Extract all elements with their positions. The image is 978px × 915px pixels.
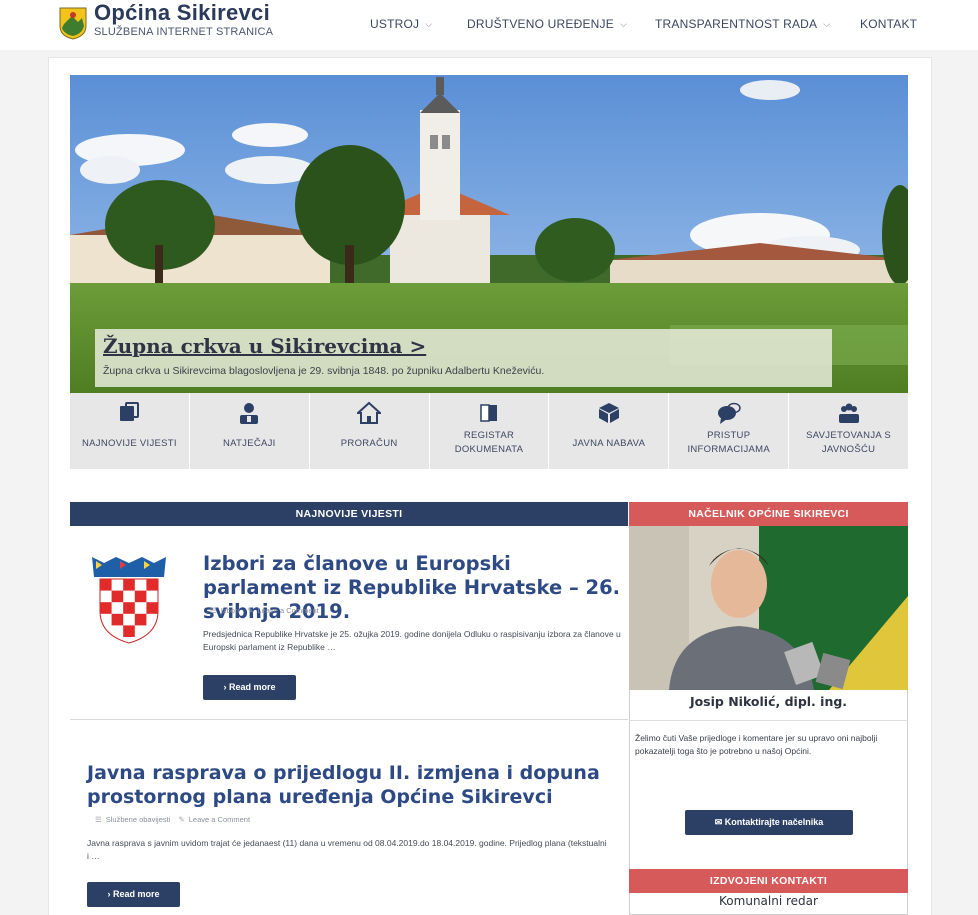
quick-link-label: PRORAČUN xyxy=(340,438,398,449)
site-title[interactable]: Općina Sikirevci xyxy=(94,0,270,26)
quick-link-natjecaji[interactable]: NATJEČAJI xyxy=(189,393,310,469)
mayor-widget-heading: NAČELNIK OPĆINE SIKIREVCI xyxy=(629,502,908,526)
post-meta: ☰ Službene obavijesti ✎ Leave a Comment xyxy=(95,815,250,824)
chevron-down-icon: ⌵ xyxy=(619,19,627,29)
comment-icon: ✎ xyxy=(178,815,185,824)
post-meta: ☰ Izbori ✎ Leave a Comment xyxy=(210,606,319,615)
news-icon xyxy=(120,402,140,421)
post-comments-link[interactable]: Leave a Comment xyxy=(257,606,318,615)
quick-link-label: REGISTAR DOKUMENATA xyxy=(454,430,524,455)
contact-mayor-button[interactable]: ✉ Kontaktirajte načelnika xyxy=(685,810,853,835)
group-icon xyxy=(838,403,859,423)
divider xyxy=(629,720,908,721)
hero-text: Župna crkva u Sikirevcima blagoslovljena… xyxy=(103,365,545,377)
quick-link-label: JAVNA NABAVA xyxy=(572,438,646,449)
chevron-down-icon: ⌵ xyxy=(823,19,831,29)
home-icon xyxy=(357,401,382,424)
post-title-link[interactable]: Javna rasprava o prijedlogu II. izmjena … xyxy=(87,761,607,809)
quick-link-label: NAJNOVIJE VIJESTI xyxy=(82,438,177,449)
hero-title-link[interactable]: Župna crkva u Sikirevcima > xyxy=(103,334,426,358)
read-more-button[interactable]: › Read more xyxy=(203,675,296,700)
site-header: Općina Sikirevci SLUŽBENA INTERNET STRAN… xyxy=(0,0,978,50)
nav-label: DRUŠTVENO UREĐENJE xyxy=(467,17,614,31)
nav-label: TRANSPARENTNOST RADA xyxy=(655,17,818,31)
quick-link-registar-dokumenata[interactable]: REGISTAR DOKUMENATA xyxy=(429,393,550,469)
post-comments-link[interactable]: Leave a Comment xyxy=(189,815,250,824)
mayor-photo xyxy=(629,526,908,690)
quick-link-label: PRISTUP INFORMACIJAMA xyxy=(687,430,770,455)
quick-link-pristup-informacijama[interactable]: PRISTUP INFORMACIJAMA xyxy=(669,393,790,469)
site-subtitle: SLUŽBENA INTERNET STRANICA xyxy=(94,26,274,38)
book-icon xyxy=(480,404,497,422)
quick-links-bar: NAJNOVIJE VIJESTI NATJEČAJI PRORAČUN REG… xyxy=(70,393,909,469)
news-section-heading: NAJNOVIJE VIJESTI xyxy=(70,502,628,526)
croatian-coat-of-arms-image xyxy=(92,557,166,644)
post-divider xyxy=(70,719,628,720)
post-excerpt: Javna rasprava s javnim uvidom trajat će… xyxy=(87,838,607,861)
chevron-down-icon: ⌵ xyxy=(425,19,433,29)
quick-link-proracun[interactable]: PRORAČUN xyxy=(309,393,430,469)
quick-link-najnovije-vijesti[interactable]: NAJNOVIJE VIJESTI xyxy=(70,393,190,469)
folder-icon: ☰ xyxy=(95,815,102,824)
mayor-name: Josip Nikolić, dipl. ing. xyxy=(689,694,848,709)
person-icon xyxy=(240,403,259,424)
nav-transparentnost-rada[interactable]: TRANSPARENTNOST RADA ⌵ xyxy=(655,17,830,31)
post-category[interactable]: Izbori xyxy=(221,606,239,615)
hero-caption[interactable]: Župna crkva u Sikirevcima > Župna crkva … xyxy=(95,329,832,387)
quick-link-javna-nabava[interactable]: JAVNA NABAVA xyxy=(549,393,670,469)
nav-kontakt[interactable]: KONTAKT xyxy=(860,17,917,31)
nav-label: KONTAKT xyxy=(860,17,918,31)
quick-link-label: SAVJETOVANJA S JAVNOŠĆU xyxy=(806,430,892,455)
coat-of-arms-logo[interactable] xyxy=(58,6,88,40)
nav-label: USTROJ xyxy=(370,17,420,31)
quick-link-savjetovanja[interactable]: SAVJETOVANJA S JAVNOŠĆU xyxy=(789,393,909,469)
read-more-button[interactable]: › Read more xyxy=(87,882,180,907)
post-category[interactable]: Službene obavijesti xyxy=(106,815,171,824)
contact-item[interactable]: Komunalni redar xyxy=(629,894,908,908)
featured-contacts-heading: IZDVOJENI KONTAKTI xyxy=(629,869,908,893)
nav-ustroj[interactable]: USTROJ ⌵ xyxy=(370,17,432,31)
nav-drustveno-uredenje[interactable]: DRUŠTVENO UREĐENJE ⌵ xyxy=(467,17,627,31)
chat-icon xyxy=(717,402,741,424)
folder-icon: ☰ xyxy=(210,606,217,615)
mayor-message: Želimo čuti Vaše prijedloge i komentare … xyxy=(635,733,878,756)
post-excerpt: Predsjednica Republike Hrvatske je 25. o… xyxy=(203,629,621,652)
box-icon xyxy=(598,403,619,423)
quick-link-label: NATJEČAJI xyxy=(222,438,276,449)
comment-icon: ✎ xyxy=(247,606,254,615)
